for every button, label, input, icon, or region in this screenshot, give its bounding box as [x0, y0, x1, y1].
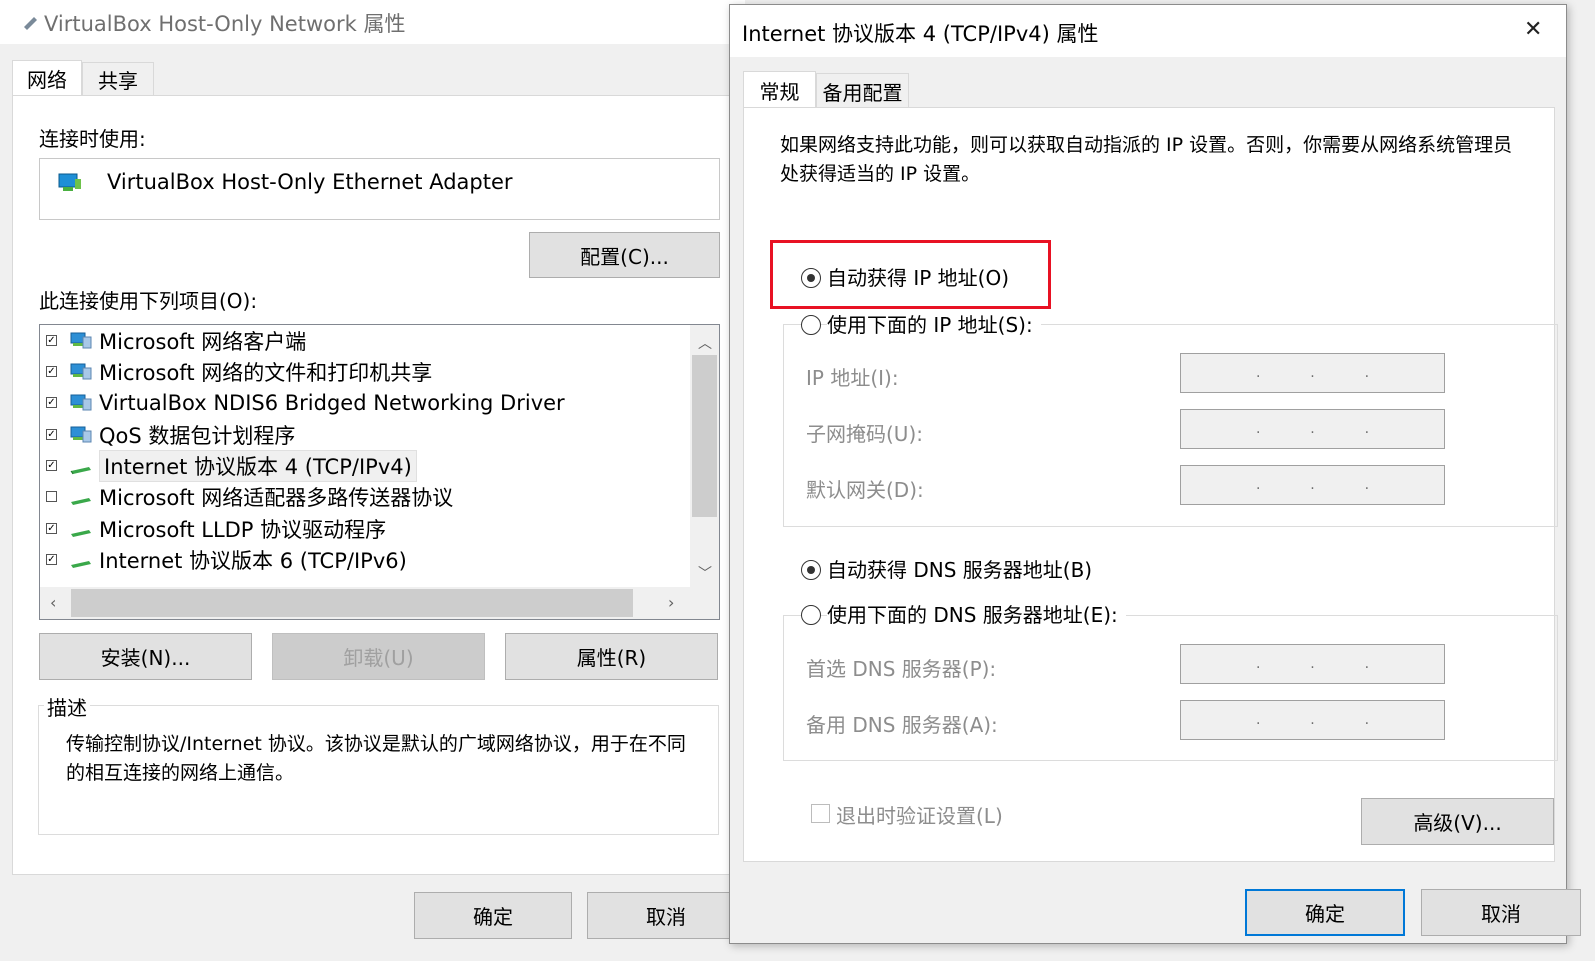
ip-address-field[interactable]: ... — [1180, 353, 1445, 393]
network-client-icon — [70, 332, 92, 348]
preferred-dns-label: 首选 DNS 服务器(P): — [806, 657, 997, 681]
adapter-name: VirtualBox Host-Only Ethernet Adapter — [107, 170, 513, 194]
alternate-dns-field[interactable]: ... — [1180, 700, 1445, 740]
item-label: Microsoft LLDP 协议驱动程序 — [99, 517, 387, 542]
manual-dns-label[interactable]: 使用下面的 DNS 服务器地址(E): — [827, 599, 1126, 628]
description-text: 传输控制协议/Internet 协议。该协议是默认的广域网络协议，用于在不同的相… — [66, 733, 686, 784]
item-checkbox[interactable]: ✓ — [46, 429, 57, 440]
item-label: Microsoft 网络的文件和打印机共享 — [99, 360, 433, 385]
uninstall-button[interactable]: 卸载(U) — [272, 633, 485, 680]
item-checkbox[interactable]: ✓ — [46, 460, 57, 471]
auto-ip-label[interactable]: 自动获得 IP 地址(O) — [827, 262, 1009, 291]
left-ok-button[interactable]: 确定 — [414, 892, 572, 939]
subnet-mask-field[interactable]: ... — [1180, 409, 1445, 449]
manual-dns-radio[interactable] — [801, 605, 821, 625]
list-item[interactable]: ✓ QoS 数据包计划程序 — [46, 419, 295, 450]
right-cancel-button[interactable]: 取消 — [1421, 889, 1581, 936]
validate-label[interactable]: 退出时验证设置(L) — [836, 800, 1003, 829]
configure-button[interactable]: 配置(C)... — [529, 232, 720, 278]
left-dialog: VirtualBox Host-Only Network 属性 网络 共享 连接… — [0, 0, 745, 961]
scroll-thumb-horizontal[interactable] — [71, 589, 633, 617]
list-item[interactable]: ✓ Microsoft 网络的文件和打印机共享 — [46, 356, 432, 387]
properties-button[interactable]: 属性(R) — [505, 633, 718, 680]
tab-sharing[interactable]: 共享 — [82, 62, 154, 96]
default-gateway-field[interactable]: ... — [1180, 465, 1445, 505]
network-app-icon — [24, 17, 37, 30]
install-button[interactable]: 安装(N)... — [39, 633, 252, 680]
network-service-icon — [70, 394, 92, 410]
item-label: VirtualBox NDIS6 Bridged Networking Driv… — [99, 390, 565, 415]
protocol-icon — [71, 529, 91, 537]
list-corner — [690, 587, 719, 619]
item-checkbox[interactable] — [46, 491, 57, 502]
left-dialog-title: VirtualBox Host-Only Network 属性 — [44, 12, 406, 36]
auto-dns-label[interactable]: 自动获得 DNS 服务器地址(B) — [827, 554, 1092, 583]
adapter-box: VirtualBox Host-Only Ethernet Adapter — [39, 158, 720, 220]
scroll-up-icon[interactable]: ︿ — [698, 333, 712, 353]
right-title-bar: Internet 协议版本 4 (TCP/IPv4) 属性 ✕ — [730, 5, 1566, 57]
right-ok-button[interactable]: 确定 — [1245, 889, 1405, 936]
description-label: 描述 — [44, 692, 90, 721]
subnet-mask-label: 子网掩码(U): — [806, 422, 923, 446]
items-label: 此连接使用下列项目(O): — [39, 289, 258, 313]
scroll-thumb-vertical[interactable] — [692, 355, 717, 517]
adapter-icon — [58, 173, 81, 191]
list-item[interactable]: ✓ Microsoft LLDP 协议驱动程序 — [46, 513, 386, 544]
list-item[interactable]: ✓ Microsoft 网络客户端 — [46, 325, 306, 356]
network-service-icon — [70, 426, 92, 442]
scroll-right-icon[interactable]: › — [668, 593, 674, 612]
item-label: Internet 协议版本 6 (TCP/IPv6) — [99, 548, 407, 573]
manual-ip-label[interactable]: 使用下面的 IP 地址(S): — [827, 309, 1041, 338]
protocol-icon — [71, 497, 91, 505]
tab-general[interactable]: 常规 — [743, 71, 816, 108]
protocol-icon — [71, 560, 91, 568]
list-item[interactable]: Microsoft 网络适配器多路传送器协议 — [46, 481, 453, 512]
tab-network[interactable]: 网络 — [12, 60, 82, 96]
list-item[interactable]: ✓ Internet 协议版本 6 (TCP/IPv6) — [46, 544, 407, 575]
item-checkbox[interactable]: ✓ — [46, 554, 57, 565]
auto-ip-radio[interactable] — [801, 268, 821, 288]
protocol-icon — [70, 466, 91, 474]
advanced-button[interactable]: 高级(V)... — [1361, 798, 1554, 845]
item-label: QoS 数据包计划程序 — [99, 423, 296, 448]
scroll-down-icon[interactable]: ﹀ — [698, 563, 712, 583]
item-checkbox[interactable]: ✓ — [46, 523, 57, 534]
intro-text: 如果网络支持此功能，则可以获取自动指派的 IP 设置。否则，你需要从网络系统管理… — [780, 134, 1513, 185]
item-label: Microsoft 网络适配器多路传送器协议 — [99, 485, 454, 510]
tab-alternate-config[interactable]: 备用配置 — [816, 73, 909, 108]
right-dialog-title: Internet 协议版本 4 (TCP/IPv4) 属性 — [742, 22, 1099, 46]
left-title-bar: VirtualBox Host-Only Network 属性 — [0, 0, 745, 44]
manual-ip-radio[interactable] — [801, 315, 821, 335]
list-vertical-scrollbar[interactable]: ︿ ﹀ — [690, 325, 719, 587]
default-gateway-label: 默认网关(D): — [806, 478, 924, 502]
list-item[interactable]: ✓ VirtualBox NDIS6 Bridged Networking Dr… — [46, 387, 565, 418]
item-checkbox[interactable]: ✓ — [46, 335, 57, 346]
item-label: Internet 协议版本 4 (TCP/IPv4) — [99, 449, 417, 482]
item-checkbox[interactable]: ✓ — [46, 397, 57, 408]
scroll-left-icon[interactable]: ‹ — [50, 593, 56, 612]
ip-address-label: IP 地址(I): — [806, 366, 899, 390]
validate-checkbox[interactable] — [811, 804, 830, 823]
item-label: Microsoft 网络客户端 — [99, 329, 307, 354]
network-service-icon — [70, 363, 92, 379]
left-cancel-button[interactable]: 取消 — [587, 892, 745, 939]
list-item-selected[interactable]: ✓ Internet 协议版本 4 (TCP/IPv4) — [46, 449, 417, 482]
close-icon[interactable]: ✕ — [1524, 17, 1542, 42]
alternate-dns-label: 备用 DNS 服务器(A): — [806, 713, 998, 737]
item-checkbox[interactable]: ✓ — [46, 366, 57, 377]
auto-dns-radio[interactable] — [801, 560, 821, 580]
connect-using-label: 连接时使用: — [39, 127, 146, 151]
preferred-dns-field[interactable]: ... — [1180, 644, 1445, 684]
list-horizontal-scrollbar[interactable]: ‹ › — [40, 587, 690, 619]
